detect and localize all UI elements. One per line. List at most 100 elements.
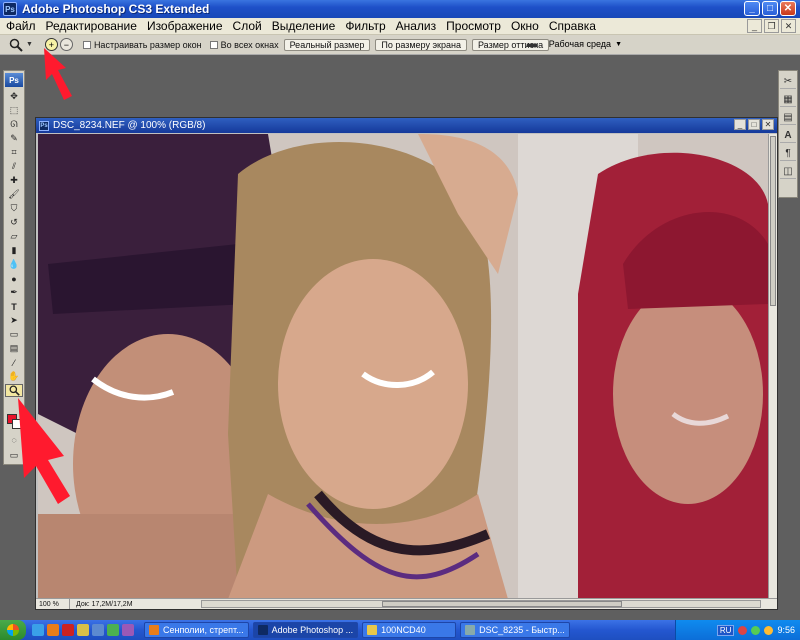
tray-icon[interactable] — [764, 625, 774, 635]
menu-layer[interactable]: Слой — [228, 19, 267, 33]
brush-tool-icon[interactable]: 🖌 — [5, 188, 23, 201]
clock[interactable]: 9:56 — [777, 625, 795, 635]
app-title-bar: Ps Adobe Photoshop CS3 Extended _ □ ✕ — [0, 0, 800, 18]
hand-tool-icon[interactable]: ✋ — [5, 370, 23, 383]
start-button[interactable] — [0, 620, 26, 640]
menu-window[interactable]: Окно — [506, 19, 544, 33]
navigator-panel-icon[interactable]: ◫ — [780, 164, 796, 179]
scroll-thumb[interactable] — [382, 601, 622, 607]
channels-panel-icon[interactable]: ▤ — [780, 110, 796, 125]
notes-tool-icon[interactable]: ▤ — [5, 342, 23, 355]
menu-analysis[interactable]: Анализ — [391, 19, 442, 33]
taskbar-item[interactable]: Сенполии, стрепт... — [144, 622, 249, 638]
image-viewer-icon — [465, 625, 476, 635]
history-brush-tool-icon[interactable]: ↺ — [5, 216, 23, 229]
checkbox-box — [209, 40, 218, 49]
move-tool-icon[interactable]: ✥ — [5, 90, 23, 103]
blur-tool-icon[interactable]: 💧 — [5, 258, 23, 271]
magnifier-icon — [9, 38, 23, 52]
tray-icon[interactable] — [738, 625, 748, 635]
tray-icon[interactable] — [751, 625, 761, 635]
taskbar-item[interactable]: Adobe Photoshop ... — [252, 622, 359, 638]
windows-taskbar: Сенполии, стрепт... Adobe Photoshop ... … — [0, 620, 800, 640]
ps-logo: Ps — [5, 73, 23, 87]
vertical-scrollbar[interactable] — [768, 134, 777, 599]
document-title-bar[interactable]: Ps DSC_8234.NEF @ 100% (RGB/8) _ □ ✕ — [36, 118, 777, 133]
menu-help[interactable]: Справка — [544, 19, 601, 33]
quick-launch — [32, 624, 134, 636]
all-windows-checkbox[interactable]: Во всех окнах — [209, 39, 279, 50]
app-icon[interactable] — [92, 624, 104, 636]
doc-restore-button[interactable]: ❐ — [764, 19, 779, 33]
doc-close-button[interactable]: ✕ — [781, 19, 796, 33]
dodge-tool-icon[interactable]: ● — [5, 272, 23, 285]
scroll-thumb[interactable] — [770, 136, 776, 306]
workspace-menu[interactable]: ▬ Рабочая среда ▼ — [527, 38, 622, 50]
doc-maximize-button[interactable]: □ — [748, 119, 760, 130]
taskbar-item-label: Adobe Photoshop ... — [271, 625, 354, 635]
menu-view[interactable]: Просмотр — [441, 19, 506, 33]
resize-windows-checkbox[interactable]: Настраивать размер окон — [82, 39, 202, 50]
menu-select[interactable]: Выделение — [267, 19, 341, 33]
crop-tool-icon[interactable]: ⌗ — [5, 146, 23, 159]
options-bar: ▼ + − Настраивать размер окон Во всех ок… — [0, 35, 800, 55]
maximize-button[interactable]: □ — [762, 1, 778, 16]
document-icon: Ps — [39, 120, 49, 131]
menu-image[interactable]: Изображение — [142, 19, 228, 33]
doc-minimize-button[interactable]: _ — [747, 19, 762, 33]
minimize-button[interactable]: _ — [744, 1, 760, 16]
firefox-icon[interactable] — [47, 624, 59, 636]
chevron-down-icon[interactable]: ▼ — [26, 41, 33, 48]
chevron-down-icon: ▼ — [615, 40, 622, 48]
tools-panel-icon[interactable]: ✂ — [780, 74, 796, 89]
zoom-level-field[interactable]: 100 % — [36, 599, 70, 609]
document-size-info[interactable]: Док: 17,2M/17,2M — [76, 601, 133, 608]
folder-icon[interactable] — [77, 624, 89, 636]
zoom-tool-preset[interactable] — [8, 37, 24, 53]
type-tool-icon[interactable]: T — [5, 300, 23, 313]
checkbox-label: Настраивать размер окон — [93, 39, 202, 50]
language-indicator[interactable]: RU — [716, 624, 735, 636]
close-button[interactable]: ✕ — [780, 1, 796, 16]
opera-icon[interactable] — [62, 624, 74, 636]
path-select-tool-icon[interactable]: ➤ — [5, 314, 23, 327]
system-tray: RU 9:56 — [675, 620, 800, 640]
lasso-tool-icon[interactable]: ᘏ — [5, 118, 23, 131]
slice-tool-icon[interactable]: ⫽ — [5, 160, 23, 173]
document-window-controls: _ □ ✕ — [734, 119, 774, 130]
ie-icon[interactable] — [32, 624, 44, 636]
doc-minimize-button[interactable]: _ — [734, 119, 746, 130]
quick-select-tool-icon[interactable]: ✎ — [5, 132, 23, 145]
character-panel-icon[interactable]: A — [780, 128, 796, 143]
doc-close-button[interactable]: ✕ — [762, 119, 774, 130]
app-icon[interactable] — [122, 624, 134, 636]
taskbar-item[interactable]: DSC_8235 - Быстр... — [460, 622, 570, 638]
menu-edit[interactable]: Редактирование — [41, 19, 142, 33]
taskbar-item-label: DSC_8235 - Быстр... — [479, 625, 565, 635]
photoshop-icon — [257, 625, 268, 635]
eraser-tool-icon[interactable]: ▱ — [5, 230, 23, 243]
windows-logo-icon — [7, 624, 19, 636]
marquee-tool-icon[interactable]: ⬚ — [5, 104, 23, 117]
horizontal-scrollbar[interactable] — [201, 600, 761, 608]
taskbar-item-label: Сенполии, стрепт... — [163, 625, 244, 635]
fit-screen-button[interactable]: По размеру экрана — [375, 38, 467, 51]
clone-stamp-tool-icon[interactable]: ⛉ — [5, 202, 23, 215]
gradient-tool-icon[interactable]: ▮ — [5, 244, 23, 257]
pen-tool-icon[interactable]: ✒ — [5, 286, 23, 299]
image-canvas[interactable] — [38, 134, 768, 599]
paragraph-panel-icon[interactable]: ¶ — [780, 146, 796, 161]
actual-pixels-button[interactable]: Реальный размер — [283, 38, 371, 51]
workspace-label: Рабочая среда — [548, 39, 612, 49]
menu-file[interactable]: Файл — [0, 19, 41, 33]
healing-tool-icon[interactable]: ✚ — [5, 174, 23, 187]
shape-tool-icon[interactable]: ▭ — [5, 328, 23, 341]
layers-panel-icon[interactable]: ▦ — [780, 92, 796, 107]
checkbox-label: Во всех окнах — [220, 39, 279, 50]
workspace-icon: ▬ — [526, 38, 538, 50]
app-icon[interactable] — [107, 624, 119, 636]
taskbar-item[interactable]: 100NCD40 — [362, 622, 457, 638]
eyedropper-tool-icon[interactable]: ⁄ — [5, 356, 23, 369]
menu-filter[interactable]: Фильтр — [340, 19, 390, 33]
taskbar-item-label: 100NCD40 — [381, 625, 426, 635]
